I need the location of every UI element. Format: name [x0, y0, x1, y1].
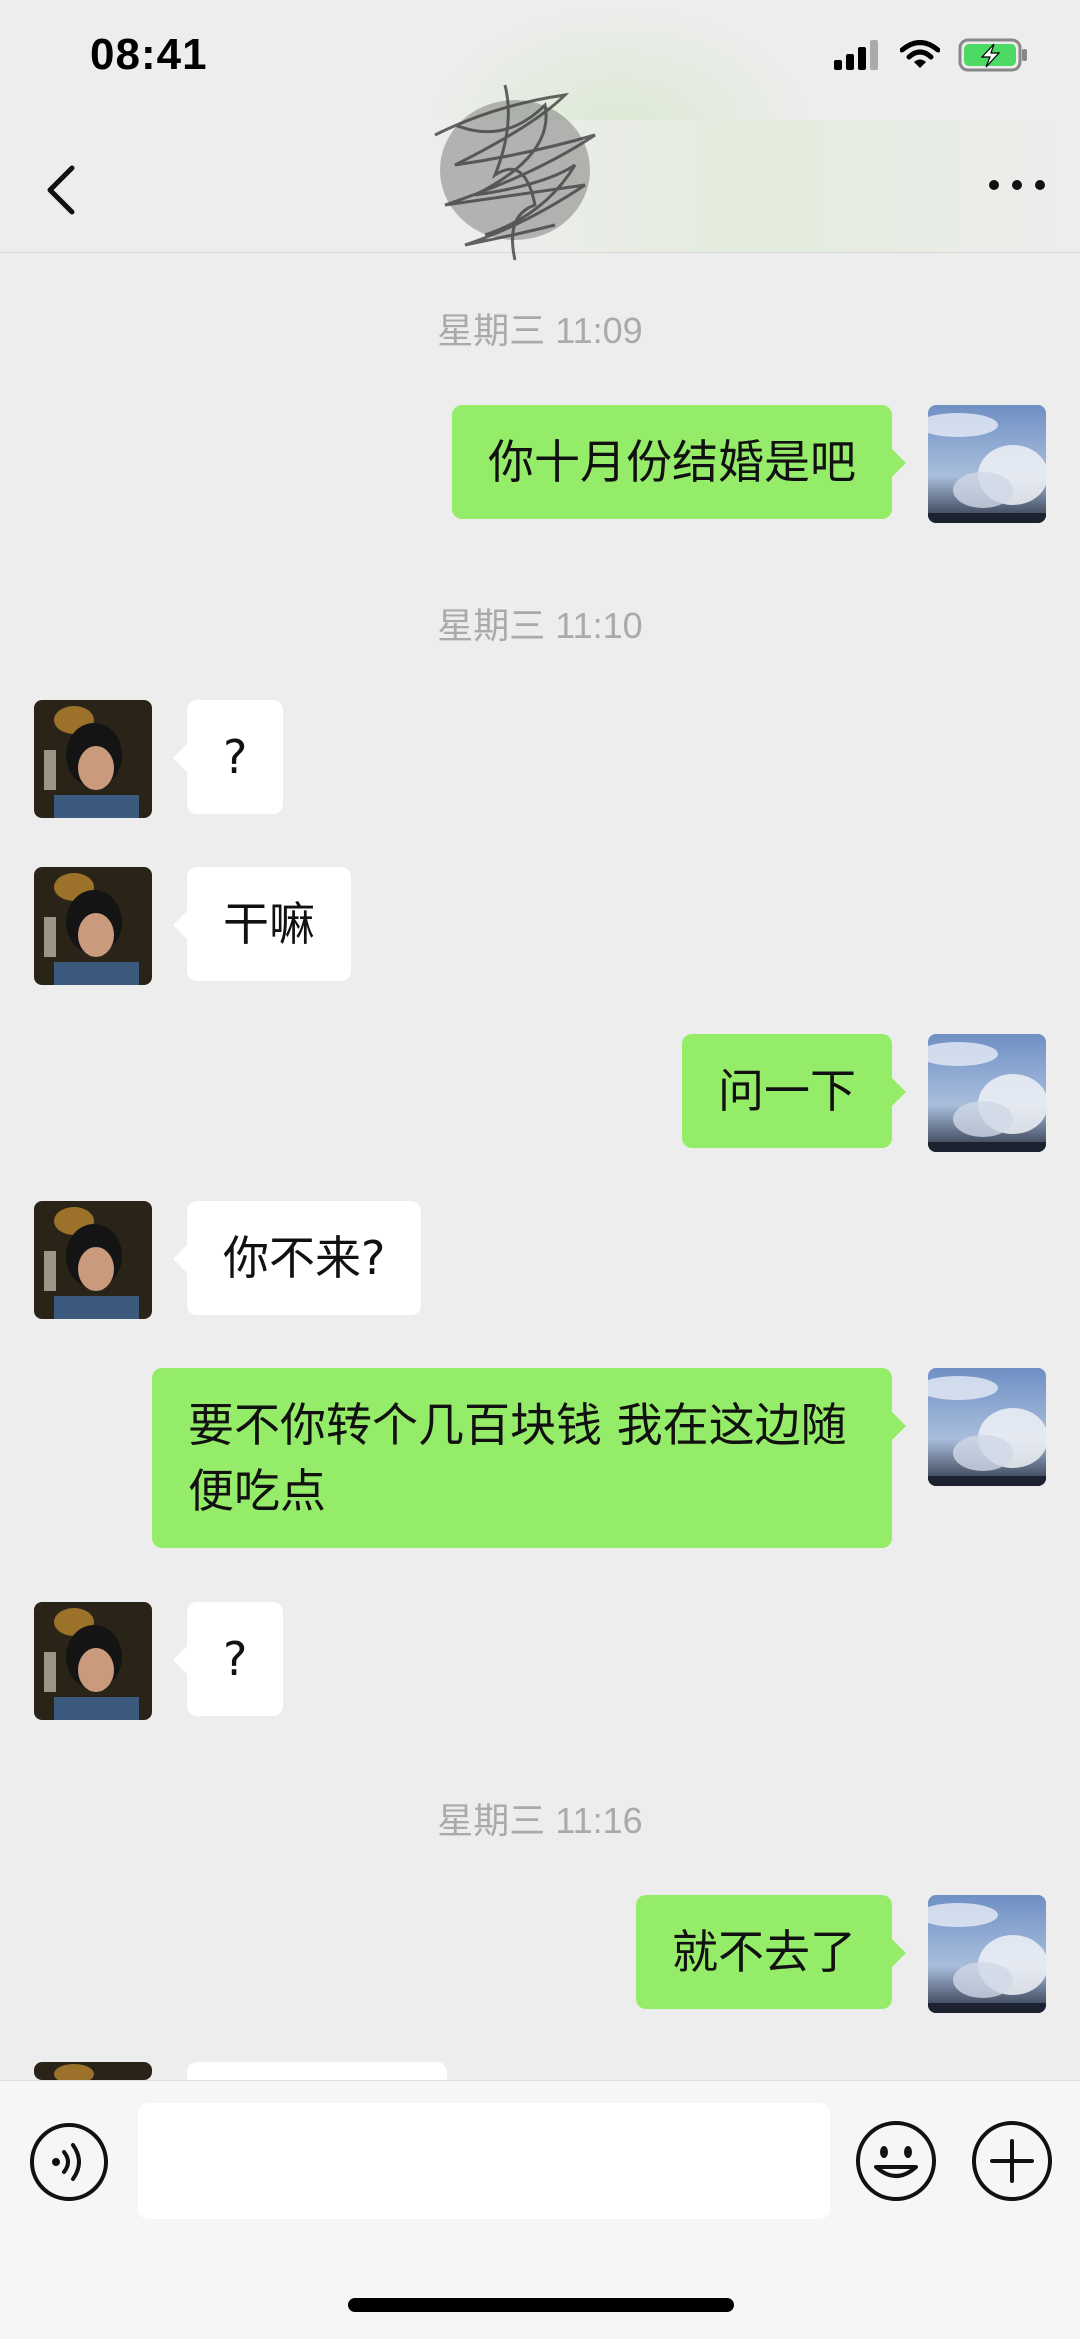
contact-avatar-partial [34, 2062, 152, 2080]
back-chevron-icon[interactable] [36, 160, 86, 220]
message-bubble-incoming[interactable]: 干嘛 [173, 867, 351, 981]
redacted-contact-name [434, 84, 596, 261]
contact-avatar[interactable] [34, 700, 152, 818]
battery-charging-icon [958, 38, 1027, 72]
voice-icon[interactable] [28, 2121, 110, 2203]
my-avatar[interactable] [928, 1895, 1046, 2013]
timestamp: 星期三 11:10 [437, 605, 643, 646]
emoji-icon[interactable] [854, 2119, 938, 2203]
timestamp: 星期三 11:16 [437, 1800, 643, 1841]
contact-avatar[interactable] [34, 867, 152, 985]
timestamp: 星期三 11:09 [437, 310, 643, 351]
message-bubble-outgoing[interactable]: 要不你转个几百块钱 我在这边随便吃点 [152, 1368, 906, 1548]
message-bubble-outgoing[interactable]: 问一下 [682, 1034, 906, 1148]
message-bubble-incoming[interactable]: ? [172, 700, 284, 814]
signal-icon [834, 40, 878, 70]
contact-avatar[interactable] [34, 1201, 152, 1319]
my-avatar[interactable] [928, 1034, 1046, 1152]
navigation-bar [0, 84, 1080, 261]
message-bubble-incoming[interactable]: 你不来? [172, 1201, 422, 1315]
contact-avatar[interactable] [34, 1602, 152, 1720]
wifi-icon [900, 40, 940, 68]
home-indicator[interactable] [348, 2298, 734, 2312]
message-bubble-partial [187, 2062, 447, 2080]
message-input[interactable] [138, 2103, 830, 2219]
message-bubble-outgoing[interactable]: 就不去了 [636, 1895, 906, 2009]
my-avatar[interactable] [928, 1368, 1046, 1486]
more-dots-icon[interactable] [982, 165, 1052, 205]
status-icons [832, 38, 1030, 72]
message-bubble-outgoing[interactable]: 你十月份结婚是吧 [452, 405, 906, 519]
status-time: 08:41 [90, 30, 208, 79]
message-bubble-incoming[interactable]: ? [172, 1602, 284, 1716]
my-avatar[interactable] [928, 405, 1046, 523]
plus-icon[interactable] [970, 2119, 1054, 2203]
